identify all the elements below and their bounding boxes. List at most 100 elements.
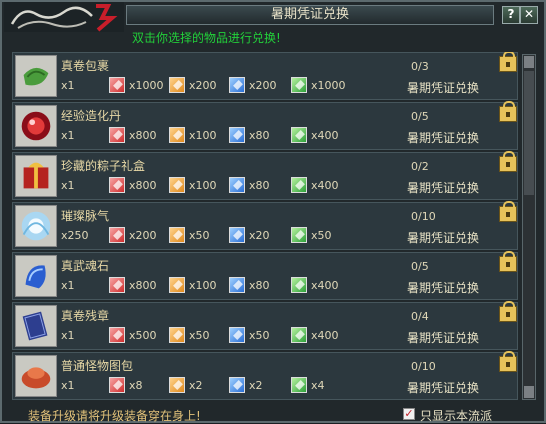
item-quantity: x1 <box>61 129 75 142</box>
blue-voucher-icon <box>229 327 245 343</box>
lock-icon[interactable] <box>499 201 517 222</box>
exchange-button[interactable]: 暑期凭证兑换 <box>407 379 479 396</box>
cost-value: x2 <box>249 379 263 392</box>
orange-voucher-icon <box>169 177 185 193</box>
cost-value: x50 <box>189 329 210 342</box>
blue-voucher-icon <box>229 127 245 143</box>
cost-value: x400 <box>311 329 339 342</box>
cost-value: x2 <box>189 379 203 392</box>
lock-icon[interactable] <box>499 251 517 272</box>
red-voucher-icon <box>109 227 125 243</box>
exchange-button[interactable]: 暑期凭证兑换 <box>407 279 479 296</box>
blue-voucher-icon <box>229 277 245 293</box>
green-voucher-icon <box>291 377 307 393</box>
item-name: 真卷包裹 <box>61 59 110 73</box>
cost-value: x1000 <box>311 79 346 92</box>
exchange-row[interactable]: 普通怪物图包 x1 x8 x2 x2 x4 0/10 暑期凭证兑换 <box>12 351 518 400</box>
cost-value: x20 <box>249 229 270 242</box>
exchange-button[interactable]: 暑期凭证兑换 <box>407 329 479 346</box>
lock-icon[interactable] <box>499 151 517 172</box>
exchange-count: 0/10 <box>411 360 436 373</box>
orange-voucher-icon <box>169 127 185 143</box>
filter-checkbox[interactable]: ✓ <box>403 408 415 420</box>
cost-value: x800 <box>129 129 157 142</box>
item-quantity: x1 <box>61 179 75 192</box>
red-voucher-icon <box>109 277 125 293</box>
cost-value: x80 <box>249 279 270 292</box>
window-title: 暑期凭证兑换 <box>126 5 494 25</box>
cost-value: x400 <box>311 129 339 142</box>
cost-value: x80 <box>249 129 270 142</box>
blue-voucher-icon <box>229 77 245 93</box>
cost-value: x100 <box>189 129 217 142</box>
exchange-row[interactable]: 经验造化丹 x1 x800 x100 x80 x400 0/5 暑期凭证兑换 <box>12 101 518 150</box>
exchange-count: 0/3 <box>411 60 429 73</box>
item-quantity: x1 <box>61 279 75 292</box>
red-pill-icon[interactable] <box>15 105 57 147</box>
scroll-down-button[interactable] <box>524 386 534 398</box>
cost-value: x500 <box>129 329 157 342</box>
blue-voucher-icon <box>229 377 245 393</box>
orange-voucher-icon <box>169 277 185 293</box>
item-name: 真卷残章 <box>61 309 110 323</box>
exchange-row[interactable]: 真卷残章 x1 x500 x50 x50 x400 0/4 暑期凭证兑换 <box>12 301 518 350</box>
item-name: 经验造化丹 <box>61 109 122 123</box>
lock-icon[interactable] <box>499 52 517 72</box>
exchange-row[interactable]: 珍藏的粽子礼盒 x1 x800 x100 x80 x400 0/2 暑期凭证兑换 <box>12 151 518 200</box>
cost-value: x80 <box>249 179 270 192</box>
exchange-row[interactable]: 真武魂石 x1 x800 x100 x80 x400 0/5 暑期凭证兑换 <box>12 251 518 300</box>
red-voucher-icon <box>109 177 125 193</box>
red-voucher-icon <box>109 327 125 343</box>
orange-voucher-icon <box>169 227 185 243</box>
game-logo <box>4 2 124 32</box>
blue-voucher-icon <box>229 177 245 193</box>
exchange-count: 0/10 <box>411 210 436 223</box>
exchange-button[interactable]: 暑期凭证兑换 <box>407 129 479 146</box>
scrollbar[interactable] <box>522 54 536 400</box>
exchange-count: 0/2 <box>411 160 429 173</box>
exchange-button[interactable]: 暑期凭证兑换 <box>407 229 479 246</box>
exchange-row[interactable]: 璀璨脉气 x250 x200 x50 x20 x50 0/10 暑期凭证兑换 <box>12 201 518 250</box>
item-quantity: x1 <box>61 329 75 342</box>
cost-value: x50 <box>311 229 332 242</box>
cost-value: x400 <box>311 279 339 292</box>
red-voucher-icon <box>109 377 125 393</box>
exchange-row[interactable]: 真卷包裹 x1 x1000 x200 x200 x1000 0/3 暑期凭证兑换 <box>12 52 518 100</box>
item-quantity: x1 <box>61 79 75 92</box>
orange-voucher-icon <box>169 377 185 393</box>
green-voucher-icon <box>291 227 307 243</box>
cost-value: x50 <box>249 329 270 342</box>
exchange-list: 真卷包裹 x1 x1000 x200 x200 x1000 0/3 暑期凭证兑换 经验造化丹 x1… <box>12 52 518 400</box>
blue-gem-icon[interactable] <box>15 255 57 297</box>
green-voucher-icon <box>291 277 307 293</box>
green-voucher-icon <box>291 127 307 143</box>
cost-value: x800 <box>129 179 157 192</box>
close-button[interactable]: ✕ <box>520 6 538 24</box>
silk-bundle-icon[interactable] <box>15 55 57 97</box>
cost-value: x100 <box>189 279 217 292</box>
crystal-orb-icon[interactable] <box>15 205 57 247</box>
item-name: 珍藏的粽子礼盒 <box>61 159 146 173</box>
lock-icon[interactable] <box>499 101 517 122</box>
scroll-thumb[interactable] <box>524 71 534 195</box>
footer-tip: 装备升级请将升级装备穿在身上! <box>28 409 201 423</box>
exchange-button[interactable]: 暑期凭证兑换 <box>407 179 479 196</box>
scroll-up-button[interactable] <box>524 56 534 68</box>
pouch-icon[interactable] <box>15 355 57 397</box>
cost-value: x800 <box>129 279 157 292</box>
cost-value: x50 <box>189 229 210 242</box>
cost-value: x1000 <box>129 79 164 92</box>
orange-voucher-icon <box>169 327 185 343</box>
help-button[interactable]: ? <box>502 6 520 24</box>
blue-voucher-icon <box>229 227 245 243</box>
lock-icon[interactable] <box>499 301 517 322</box>
cost-value: x200 <box>189 79 217 92</box>
cost-value: x100 <box>189 179 217 192</box>
red-voucher-icon <box>109 127 125 143</box>
gift-box-icon[interactable] <box>15 155 57 197</box>
exchange-count: 0/5 <box>411 110 429 123</box>
book-icon[interactable] <box>15 305 57 347</box>
item-quantity: x1 <box>61 379 75 392</box>
exchange-button[interactable]: 暑期凭证兑换 <box>407 79 479 96</box>
lock-icon[interactable] <box>499 351 517 372</box>
